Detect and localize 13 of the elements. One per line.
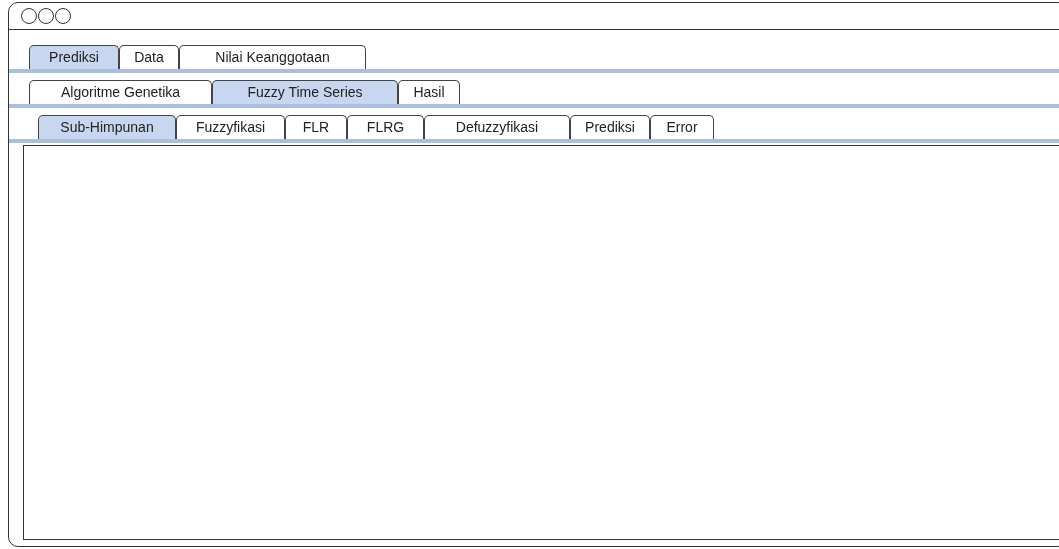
tab[interactable]: FLRG — [347, 115, 424, 139]
tab[interactable]: Algoritme Genetika — [29, 80, 212, 104]
tab[interactable]: Fuzzy Time Series — [212, 80, 398, 104]
tab[interactable]: Data — [119, 45, 179, 69]
tab[interactable]: Sub-Himpunan — [38, 115, 176, 139]
tab[interactable]: Hasil — [398, 80, 460, 104]
tab[interactable]: Prediksi — [570, 115, 650, 139]
tab[interactable]: Prediksi — [29, 45, 119, 69]
tab[interactable]: Defuzzyfikasi — [424, 115, 570, 139]
tab[interactable]: FLR — [285, 115, 347, 139]
tab[interactable]: Nilai Keanggotaan — [179, 45, 366, 69]
tab[interactable]: Error — [650, 115, 714, 139]
tab[interactable]: Fuzzyfikasi — [176, 115, 285, 139]
